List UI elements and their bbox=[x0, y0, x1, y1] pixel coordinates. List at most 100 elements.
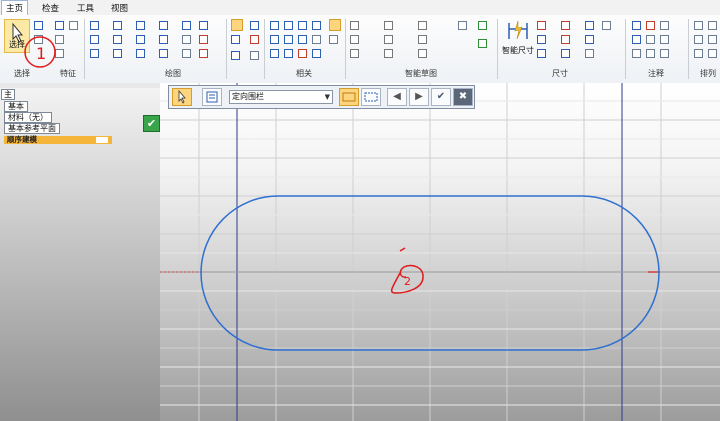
line-icon[interactable] bbox=[90, 21, 99, 30]
perpendicular-icon[interactable] bbox=[270, 21, 279, 30]
collinear-icon[interactable] bbox=[284, 21, 293, 30]
extend-icon[interactable] bbox=[136, 49, 145, 58]
fillet-icon[interactable] bbox=[159, 21, 168, 30]
scale-icon[interactable] bbox=[182, 49, 191, 58]
gear-icon[interactable] bbox=[69, 21, 78, 30]
callout-icon[interactable] bbox=[632, 21, 641, 30]
dimension-style-icon[interactable] bbox=[585, 49, 594, 58]
options-button[interactable] bbox=[202, 88, 222, 106]
intellisketch-checkbox-5[interactable] bbox=[384, 35, 393, 44]
align-extra-icon[interactable] bbox=[708, 35, 717, 44]
relation-handle-icon[interactable] bbox=[312, 49, 321, 58]
dimension-lock-icon[interactable] bbox=[298, 49, 307, 58]
datum-icon[interactable] bbox=[646, 35, 655, 44]
symmetric-icon[interactable] bbox=[250, 35, 259, 44]
relation-assistant-icon[interactable] bbox=[329, 35, 338, 44]
surface-texture-icon[interactable] bbox=[660, 35, 669, 44]
horizontal-icon[interactable] bbox=[270, 35, 279, 44]
selection-type-select[interactable]: 定向围栏 ▼ bbox=[229, 90, 333, 104]
tangent-icon[interactable] bbox=[312, 21, 321, 30]
text-icon[interactable] bbox=[660, 49, 669, 58]
ellipse-icon[interactable] bbox=[113, 49, 122, 58]
fill-icon[interactable] bbox=[199, 35, 208, 44]
hatch-icon[interactable] bbox=[199, 49, 208, 58]
arc-icon[interactable] bbox=[113, 21, 122, 30]
rotate-icon[interactable] bbox=[159, 49, 168, 58]
xy-icon[interactable] bbox=[231, 51, 240, 60]
tree-item-base-reference-planes[interactable]: 基本参考平面 bbox=[4, 123, 60, 134]
tree-item-sequential-modeling[interactable]: 顺序建模 bbox=[4, 136, 112, 144]
fence-overlap-button[interactable] bbox=[361, 88, 381, 106]
mirror-icon[interactable] bbox=[182, 35, 191, 44]
chamfer-dimension-icon[interactable] bbox=[537, 49, 546, 58]
arrange-extra-icon[interactable] bbox=[708, 21, 717, 30]
midpoint-icon[interactable] bbox=[298, 35, 307, 44]
angle-dimension-icon[interactable] bbox=[561, 21, 570, 30]
weld-icon[interactable] bbox=[632, 49, 641, 58]
rectangle-icon[interactable] bbox=[90, 35, 99, 44]
intellisketch-checkbox-9[interactable] bbox=[418, 49, 427, 58]
intellisketch-checkbox-8[interactable] bbox=[384, 49, 393, 58]
shapes-icon[interactable] bbox=[458, 21, 467, 30]
tree-item-material[interactable]: 材料（无） bbox=[4, 112, 52, 123]
smart-dimension-icon[interactable] bbox=[506, 19, 530, 41]
circle-icon[interactable] bbox=[90, 49, 99, 58]
group-extra-icon[interactable] bbox=[708, 49, 717, 58]
coordinate-dimension-icon[interactable] bbox=[537, 35, 546, 44]
attach-dimension-icon[interactable] bbox=[561, 49, 570, 58]
symmetric-diameter-icon[interactable] bbox=[585, 35, 594, 44]
arrow-right-icon[interactable]: ▶ bbox=[409, 88, 429, 106]
equal-length-icon[interactable] bbox=[284, 35, 293, 44]
balloon-icon[interactable] bbox=[646, 21, 655, 30]
tab-inspect[interactable]: 检查 bbox=[42, 2, 59, 14]
accept-check-icon[interactable]: ✔ bbox=[143, 115, 160, 132]
feature-icon[interactable] bbox=[55, 21, 64, 30]
distance-dimension-icon[interactable] bbox=[585, 21, 594, 30]
feature-control-frame-icon[interactable] bbox=[632, 35, 641, 44]
equal-icon[interactable] bbox=[250, 51, 259, 60]
lock-icon[interactable] bbox=[312, 35, 321, 44]
leader-icon[interactable] bbox=[660, 21, 669, 30]
rigid-icon[interactable] bbox=[270, 49, 279, 58]
angular-coordinate-icon[interactable] bbox=[561, 35, 570, 44]
curve-icon[interactable] bbox=[136, 21, 145, 30]
sketch-canvas[interactable]: 2 bbox=[160, 83, 720, 421]
lasso-icon[interactable] bbox=[34, 21, 43, 30]
fence-inside-button[interactable] bbox=[339, 88, 359, 106]
tool-icon[interactable] bbox=[478, 21, 487, 30]
intellisketch-checkbox-7[interactable] bbox=[350, 49, 359, 58]
tree-slider-thumb[interactable] bbox=[96, 137, 108, 143]
group-icon[interactable] bbox=[694, 49, 703, 58]
align-icon[interactable] bbox=[694, 35, 703, 44]
accept-button[interactable]: ✔ bbox=[431, 88, 451, 106]
smart-dimension-label[interactable]: 智能尺寸 bbox=[502, 45, 534, 56]
move-icon[interactable] bbox=[159, 35, 168, 44]
offset-icon[interactable] bbox=[199, 21, 208, 30]
maintain-relations-icon[interactable] bbox=[329, 19, 341, 31]
tab-view[interactable]: 视图 bbox=[111, 2, 128, 14]
arc-tangent-icon[interactable] bbox=[113, 35, 122, 44]
tab-tools[interactable]: 工具 bbox=[77, 2, 94, 14]
intellisketch-checkbox-3[interactable] bbox=[418, 21, 427, 30]
arrange-icon[interactable] bbox=[694, 21, 703, 30]
close-icon[interactable]: ✖ bbox=[453, 88, 473, 106]
tab-home[interactable]: 主页 bbox=[1, 0, 29, 15]
dimension-between-icon[interactable] bbox=[537, 21, 546, 30]
select-tool-button[interactable] bbox=[172, 88, 192, 106]
tree-header[interactable]: 主 bbox=[1, 89, 15, 100]
edge-condition-icon[interactable] bbox=[646, 49, 655, 58]
intellisketch-checkbox-6[interactable] bbox=[418, 35, 427, 44]
intellisketch-checkbox-1[interactable] bbox=[350, 21, 359, 30]
parallel-icon[interactable] bbox=[231, 35, 240, 44]
tree-item-base[interactable]: 基本 bbox=[4, 101, 28, 112]
connect-icon[interactable] bbox=[250, 21, 259, 30]
pattern-relation-icon[interactable] bbox=[284, 49, 293, 58]
concentric-icon[interactable] bbox=[298, 21, 307, 30]
arrow-left-icon[interactable]: ◀ bbox=[387, 88, 407, 106]
intellisketch-options-icon[interactable] bbox=[478, 39, 487, 48]
intellisketch-checkbox-4[interactable] bbox=[350, 35, 359, 44]
project-icon[interactable] bbox=[182, 21, 191, 30]
intellisketch-checkbox-2[interactable] bbox=[384, 21, 393, 30]
trim-icon[interactable] bbox=[136, 35, 145, 44]
dimension-extra-icon[interactable] bbox=[602, 21, 611, 30]
